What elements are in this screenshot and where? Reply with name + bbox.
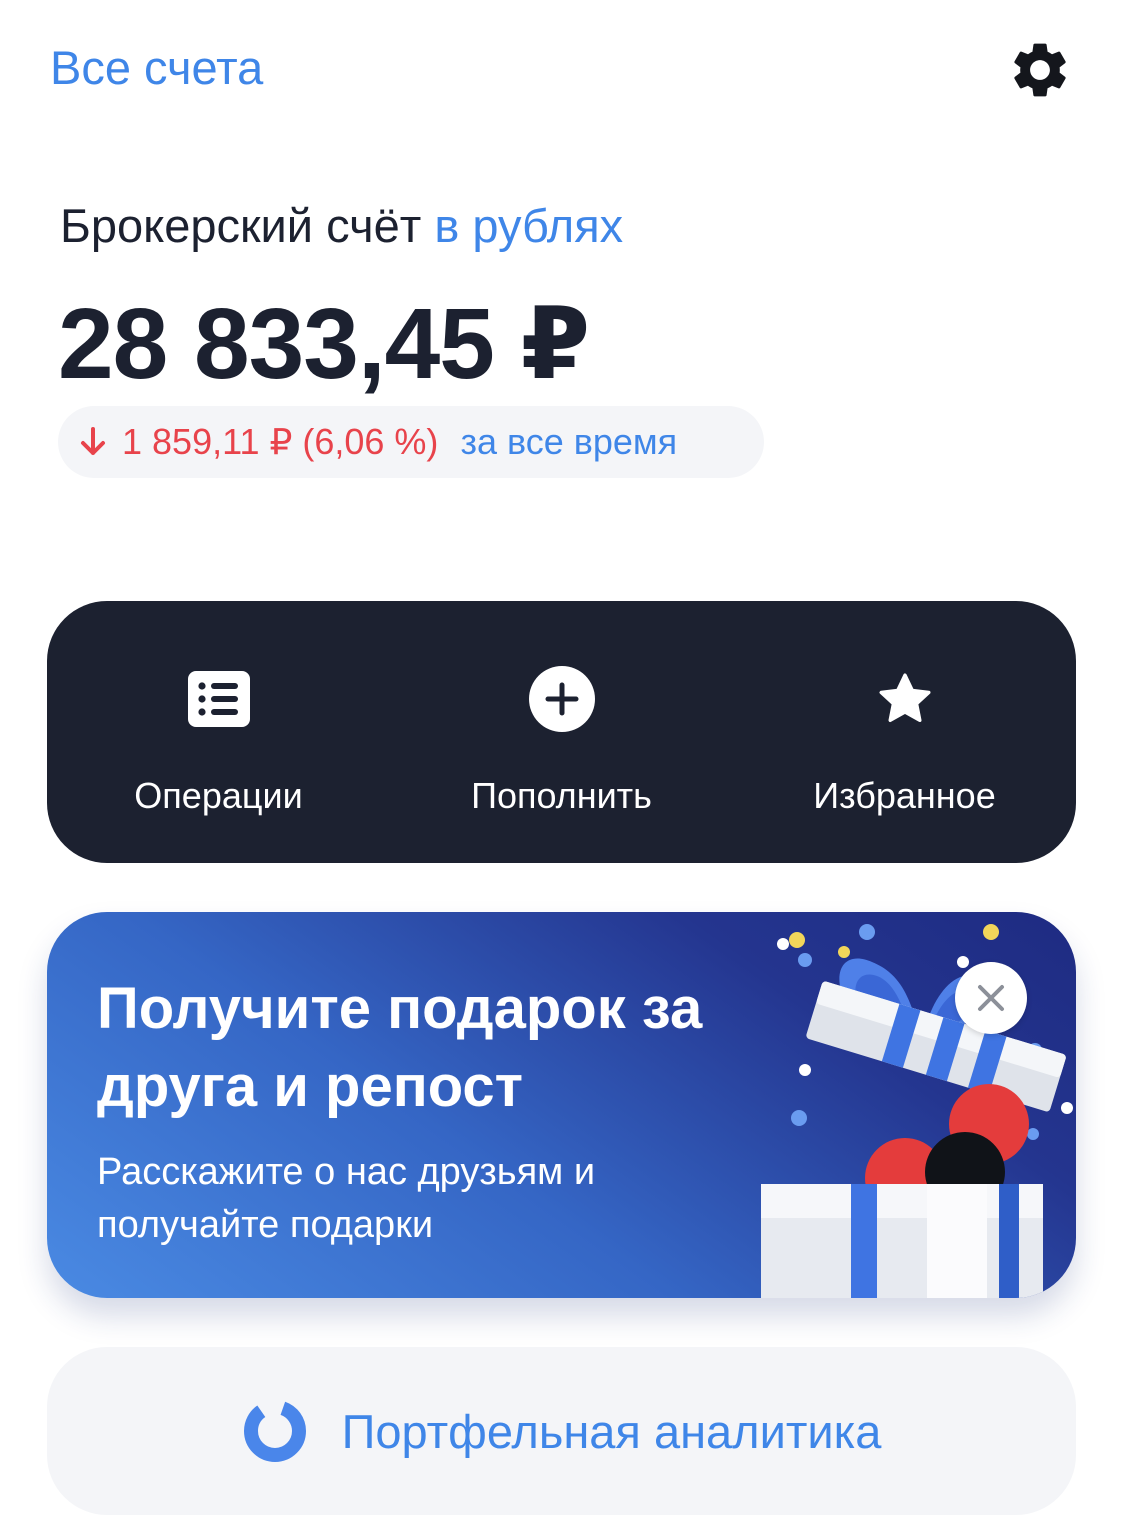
favorites-label: Избранное [813,775,996,816]
arrow-down-icon [80,424,110,460]
yield-value: 1 859,11 ₽ (6,06 %) [122,421,439,462]
operations-label: Операции [134,775,303,816]
promo-title: Получите подарок за друга и репост [97,976,703,1119]
promo-close-button[interactable] [955,962,1027,1034]
operations-button[interactable]: Операции [47,601,390,863]
close-icon [978,985,1004,1011]
yield-period: за все время [460,421,678,462]
quick-actions-panel: Операции Пополнить Избранное [47,601,1076,863]
list-icon [185,665,253,733]
top-up-label: Пополнить [471,775,652,816]
favorites-button[interactable]: Избранное [733,601,1076,863]
all-accounts-link[interactable]: Все счета [50,40,263,95]
gear-icon [1014,43,1066,97]
plus-circle-icon [528,665,596,733]
settings-button[interactable] [1000,30,1080,110]
yield-pill[interactable]: 1 859,11 ₽ (6,06 %) за все время [58,406,764,478]
promo-text: Расскажите о нас друзьям и получайте под… [97,1151,596,1246]
account-type-label: Брокерский счёт [60,199,422,252]
portfolio-analytics-label: Портфельная аналитика [341,1404,882,1458]
portfolio-analytics-button[interactable]: Портфельная аналитика [47,1347,1076,1515]
top-up-button[interactable]: Пополнить [390,601,733,863]
currency-selector[interactable]: в рублях [434,199,623,252]
promo-banner[interactable]: Получите подарок за друга и репост Расск… [47,912,1076,1298]
ring-chart-icon [242,1398,308,1464]
account-balance: 28 833,45 ₽ [58,288,590,400]
account-title: Брокерский счёт в рублях [60,198,623,253]
star-icon [871,665,939,733]
